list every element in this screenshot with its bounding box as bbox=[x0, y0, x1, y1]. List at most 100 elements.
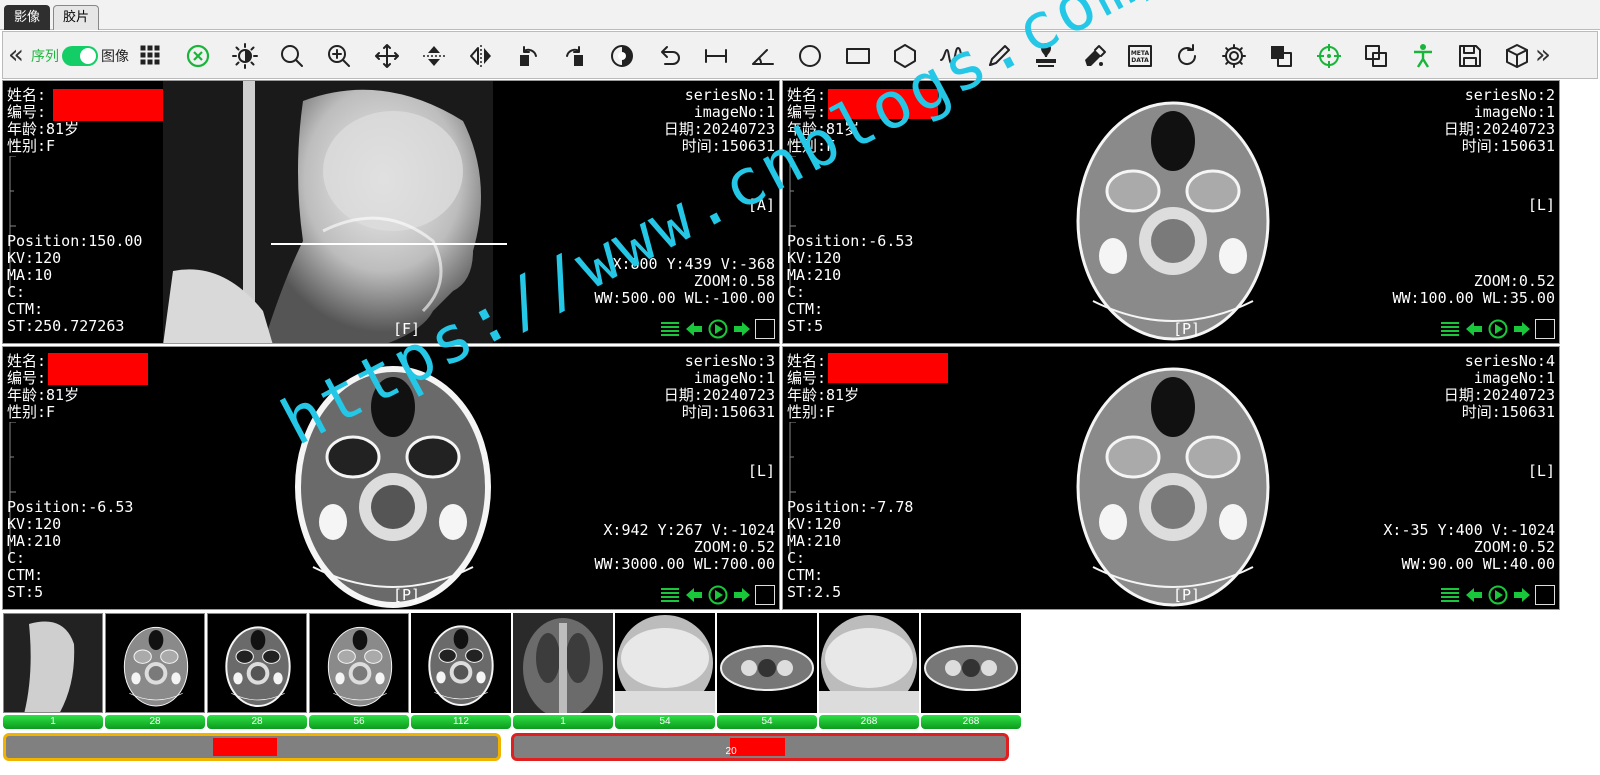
scroll-position-label: 20 bbox=[725, 746, 737, 757]
next-image-icon[interactable] bbox=[1511, 318, 1532, 339]
rotate-right-icon[interactable] bbox=[560, 41, 590, 71]
study-time: 时间:150631 bbox=[1461, 137, 1555, 155]
scroll-position-thumb[interactable] bbox=[212, 738, 277, 756]
viewport-2[interactable]: 姓名: 编号: 年龄:81岁 性别:F seriesNo:2 imageNo:1… bbox=[782, 80, 1560, 344]
tab-film[interactable]: 胶片 bbox=[53, 5, 100, 30]
zoom-in-icon[interactable] bbox=[324, 41, 354, 71]
refresh-icon[interactable] bbox=[1172, 41, 1202, 71]
length-icon[interactable] bbox=[701, 41, 731, 71]
angle-icon[interactable] bbox=[748, 41, 778, 71]
eraser-icon[interactable] bbox=[1078, 41, 1108, 71]
series-menu-icon[interactable] bbox=[1439, 318, 1460, 339]
image-count-badge: 1 bbox=[513, 715, 613, 729]
body-icon[interactable] bbox=[1408, 41, 1438, 71]
series-menu-icon[interactable] bbox=[1439, 584, 1460, 605]
metadata-icon[interactable]: META DATA bbox=[1125, 41, 1155, 71]
compare-icon[interactable] bbox=[1361, 41, 1391, 71]
ma-value: MA:10 bbox=[7, 266, 53, 284]
scroll-position-thumb[interactable] bbox=[730, 738, 785, 756]
series-number: seriesNo:2 bbox=[1464, 86, 1555, 104]
series-thumbnail[interactable] bbox=[411, 613, 511, 713]
window-level-readout: WW:3000.00 WL:700.00 bbox=[594, 555, 775, 573]
series-thumbnail[interactable] bbox=[717, 613, 817, 713]
previous-image-icon[interactable] bbox=[1463, 318, 1484, 339]
study-scroll-bar[interactable]: 20 bbox=[511, 733, 1009, 761]
image-count-badge: 54 bbox=[615, 715, 715, 729]
viewport-3[interactable]: 姓名: 编号: 年龄:81岁 性别:F seriesNo:3 imageNo:1… bbox=[2, 346, 780, 610]
brightness-icon[interactable] bbox=[230, 41, 260, 71]
polygon-roi-icon[interactable] bbox=[890, 41, 920, 71]
rotate-left-icon[interactable] bbox=[513, 41, 543, 71]
window-level-readout: WW:100.00 WL:35.00 bbox=[1392, 289, 1555, 307]
select-checkbox[interactable] bbox=[755, 318, 775, 339]
study-scroll-bar[interactable] bbox=[3, 733, 501, 761]
series-thumbnail[interactable] bbox=[207, 613, 307, 713]
series-thumbnail[interactable] bbox=[3, 613, 103, 713]
series-thumbnail[interactable] bbox=[513, 613, 613, 713]
svg-text:META: META bbox=[1131, 50, 1150, 57]
series-thumbnail[interactable] bbox=[309, 613, 409, 713]
orientation-right: [L] bbox=[1527, 462, 1555, 480]
collapse-left-icon[interactable]: « bbox=[8, 40, 24, 70]
flip-vertical-icon[interactable] bbox=[419, 41, 449, 71]
series-image-toggle[interactable]: 序列 图像 bbox=[31, 44, 129, 68]
play-cine-icon[interactable] bbox=[1487, 584, 1508, 605]
orientation-right: [L] bbox=[1527, 196, 1555, 214]
crosshair-icon[interactable] bbox=[1314, 41, 1344, 71]
zoom-readout: ZOOM:0.52 bbox=[1473, 272, 1555, 290]
series-thumbnail[interactable] bbox=[615, 613, 715, 713]
series-thumbnail[interactable] bbox=[921, 613, 1021, 713]
ctm-value: CTM: bbox=[7, 566, 44, 584]
flip-horizontal-icon[interactable] bbox=[466, 41, 496, 71]
save-icon[interactable] bbox=[1455, 41, 1485, 71]
series-menu-icon[interactable] bbox=[659, 584, 680, 605]
svg-text:DATA: DATA bbox=[1131, 57, 1149, 64]
patient-sex: 性别:F bbox=[787, 403, 836, 421]
pan-icon[interactable] bbox=[372, 41, 402, 71]
next-image-icon[interactable] bbox=[731, 318, 752, 339]
select-checkbox[interactable] bbox=[755, 584, 775, 605]
ellipse-roi-icon[interactable] bbox=[795, 41, 825, 71]
patient-sex: 性别:F bbox=[787, 137, 836, 155]
slice-thickness: ST:5 bbox=[7, 583, 44, 601]
stamp-icon[interactable] bbox=[1031, 41, 1061, 71]
next-image-icon[interactable] bbox=[1511, 584, 1532, 605]
viewport-1[interactable]: 姓名: 编号: 年龄:81岁 性别:F seriesNo:1 imageNo:1… bbox=[2, 80, 780, 344]
series-menu-icon[interactable] bbox=[659, 318, 680, 339]
freehand-icon[interactable] bbox=[937, 41, 967, 71]
toggle-label-image: 图像 bbox=[101, 49, 129, 65]
patient-id-label: 编号: bbox=[787, 369, 827, 387]
series-thumbnail[interactable] bbox=[819, 613, 919, 713]
window-level-readout: WW:500.00 WL:-100.00 bbox=[594, 289, 775, 307]
select-checkbox[interactable] bbox=[1535, 318, 1555, 339]
previous-image-icon[interactable] bbox=[1463, 584, 1484, 605]
slice-position: Position:150.00 bbox=[7, 232, 143, 250]
select-checkbox[interactable] bbox=[1535, 584, 1555, 605]
layout-grid-icon[interactable] bbox=[136, 41, 166, 71]
play-cine-icon[interactable] bbox=[1487, 318, 1508, 339]
series-thumbnail[interactable] bbox=[105, 613, 205, 713]
expand-right-icon[interactable]: » bbox=[1535, 40, 1551, 70]
undo-icon[interactable] bbox=[654, 41, 684, 71]
3d-cube-icon[interactable] bbox=[1502, 41, 1532, 71]
previous-image-icon[interactable] bbox=[683, 584, 704, 605]
reset-icon[interactable] bbox=[183, 41, 213, 71]
play-cine-icon[interactable] bbox=[707, 584, 728, 605]
magnifier-icon[interactable] bbox=[277, 41, 307, 71]
pencil-icon[interactable] bbox=[984, 41, 1014, 71]
tab-images[interactable]: 影像 bbox=[4, 5, 51, 30]
settings-icon[interactable] bbox=[1219, 41, 1249, 71]
orientation-bottom: [P] bbox=[1173, 320, 1201, 338]
previous-image-icon[interactable] bbox=[683, 318, 704, 339]
overlay-icon[interactable] bbox=[1266, 41, 1296, 71]
orientation-bottom: [P] bbox=[393, 586, 421, 604]
viewport-4[interactable]: 姓名: 编号: 年龄:81岁 性别:F seriesNo:4 imageNo:1… bbox=[782, 346, 1560, 610]
patient-age: 年龄:81岁 bbox=[787, 120, 860, 138]
play-cine-icon[interactable] bbox=[707, 318, 728, 339]
rectangle-roi-icon[interactable] bbox=[843, 41, 873, 71]
redaction-box bbox=[828, 353, 948, 383]
invert-icon[interactable] bbox=[607, 41, 637, 71]
next-image-icon[interactable] bbox=[731, 584, 752, 605]
redaction-box bbox=[828, 89, 938, 119]
toggle-switch[interactable] bbox=[62, 46, 98, 66]
